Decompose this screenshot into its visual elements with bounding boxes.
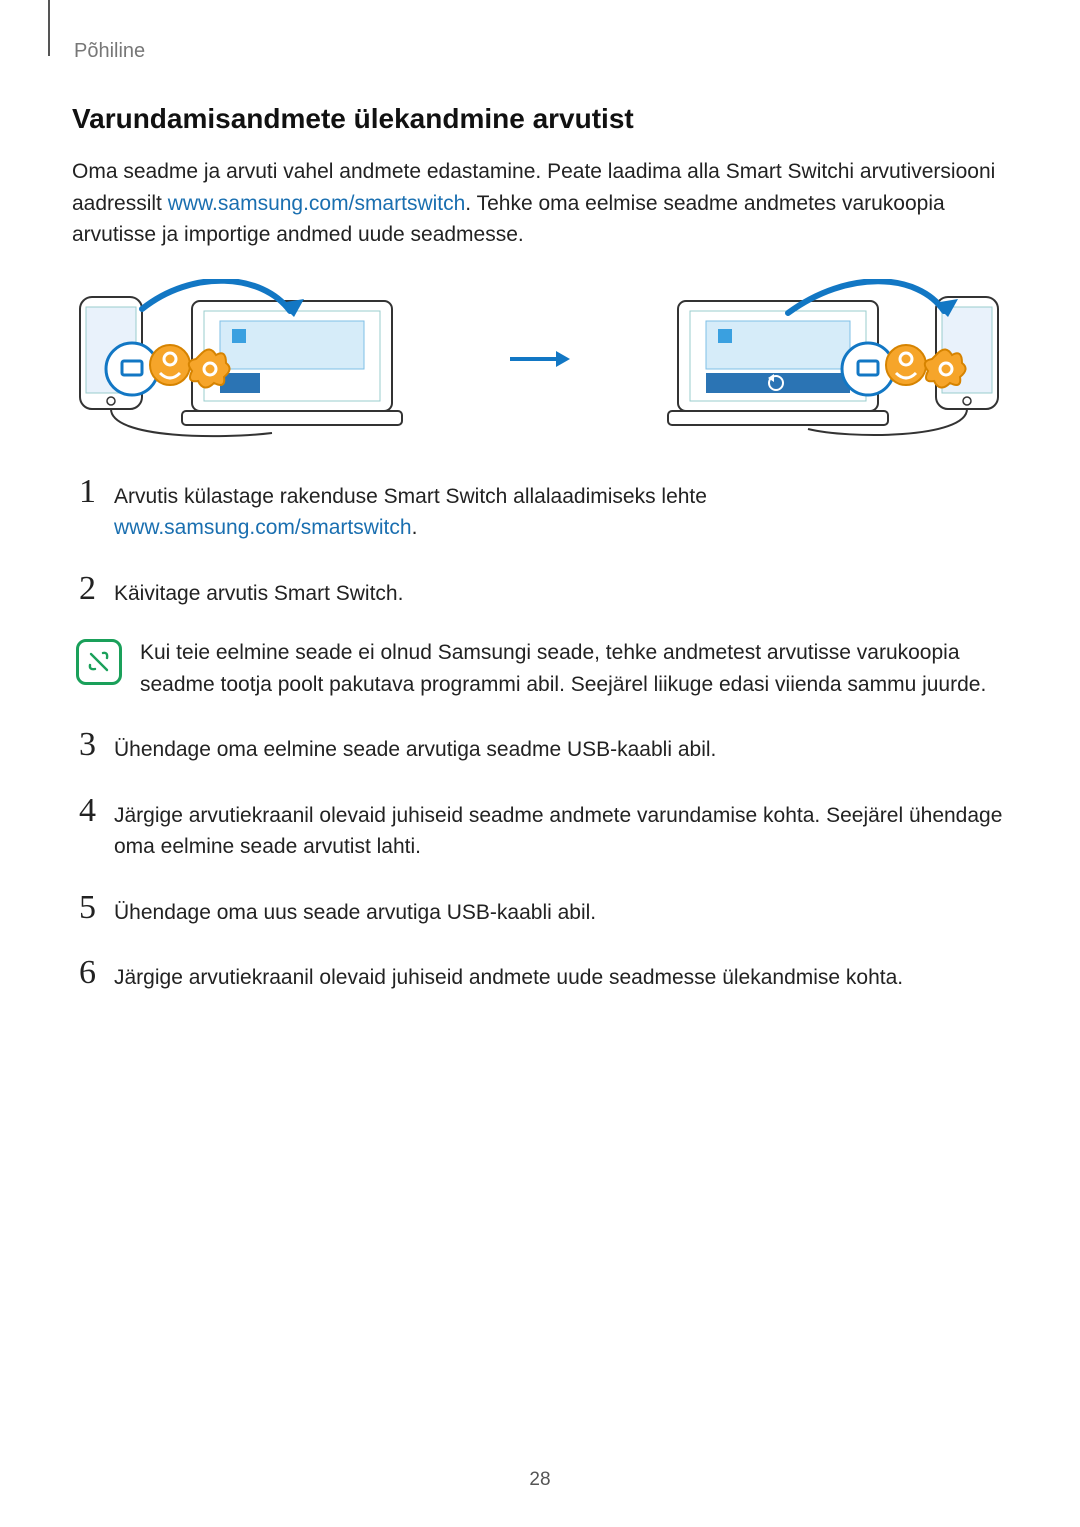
step-1: 1 Arvutis külastage rakenduse Smart Swit… [72,475,1008,544]
intro-paragraph: Oma seadme ja arvuti vahel andmete edast… [72,156,1008,251]
intro-link[interactable]: www.samsung.com/smartswitch [168,192,466,215]
step-3: 3 Ühendage oma eelmine seade arvutiga se… [72,728,1008,766]
step-6: 6 Järgige arvutiekraanil olevaid juhisei… [72,956,1008,994]
note-callout: Kui teie eelmine seade ei olnud Samsungi… [72,637,1008,700]
step-2: 2 Käivitage arvutis Smart Switch. [72,572,1008,610]
note-text: Kui teie eelmine seade ei olnud Samsungi… [140,637,1008,700]
step-number: 2 [72,572,96,606]
page-number: 28 [0,1469,1080,1491]
step-body: Arvutis külastage rakenduse Smart Switch… [114,475,707,544]
step-text-before: Arvutis külastage rakenduse Smart Switch… [114,485,707,508]
diagram-backup-icon [72,279,432,439]
breadcrumb: Põhiline [74,40,1008,63]
transfer-diagram [72,279,1008,439]
step-number: 4 [72,794,96,828]
step-body: Käivitage arvutis Smart Switch. [114,572,403,610]
step-body: Ühendage oma eelmine seade arvutiga sead… [114,728,716,766]
side-rule [48,0,50,56]
step-5: 5 Ühendage oma uus seade arvutiga USB-ka… [72,891,1008,929]
step-4: 4 Järgige arvutiekraanil olevaid juhisei… [72,794,1008,863]
step-number: 6 [72,956,96,990]
step-body: Järgige arvutiekraanil olevaid juhiseid … [114,794,1008,863]
page: Põhiline Varundamisandmete ülekandmine a… [0,0,1080,1527]
step-body: Ühendage oma uus seade arvutiga USB-kaab… [114,891,596,929]
arrow-right-icon [508,347,572,371]
section-title: Varundamisandmete ülekandmine arvutist [72,103,1008,135]
step-text-after: . [412,516,418,539]
steps-list: 1 Arvutis külastage rakenduse Smart Swit… [72,475,1008,994]
step-body: Järgige arvutiekraanil olevaid juhiseid … [114,956,903,994]
step-number: 5 [72,891,96,925]
note-icon [76,639,122,685]
step-number: 3 [72,728,96,762]
step-number: 1 [72,475,96,509]
diagram-restore-icon [648,279,1008,439]
step-link[interactable]: www.samsung.com/smartswitch [114,516,412,539]
